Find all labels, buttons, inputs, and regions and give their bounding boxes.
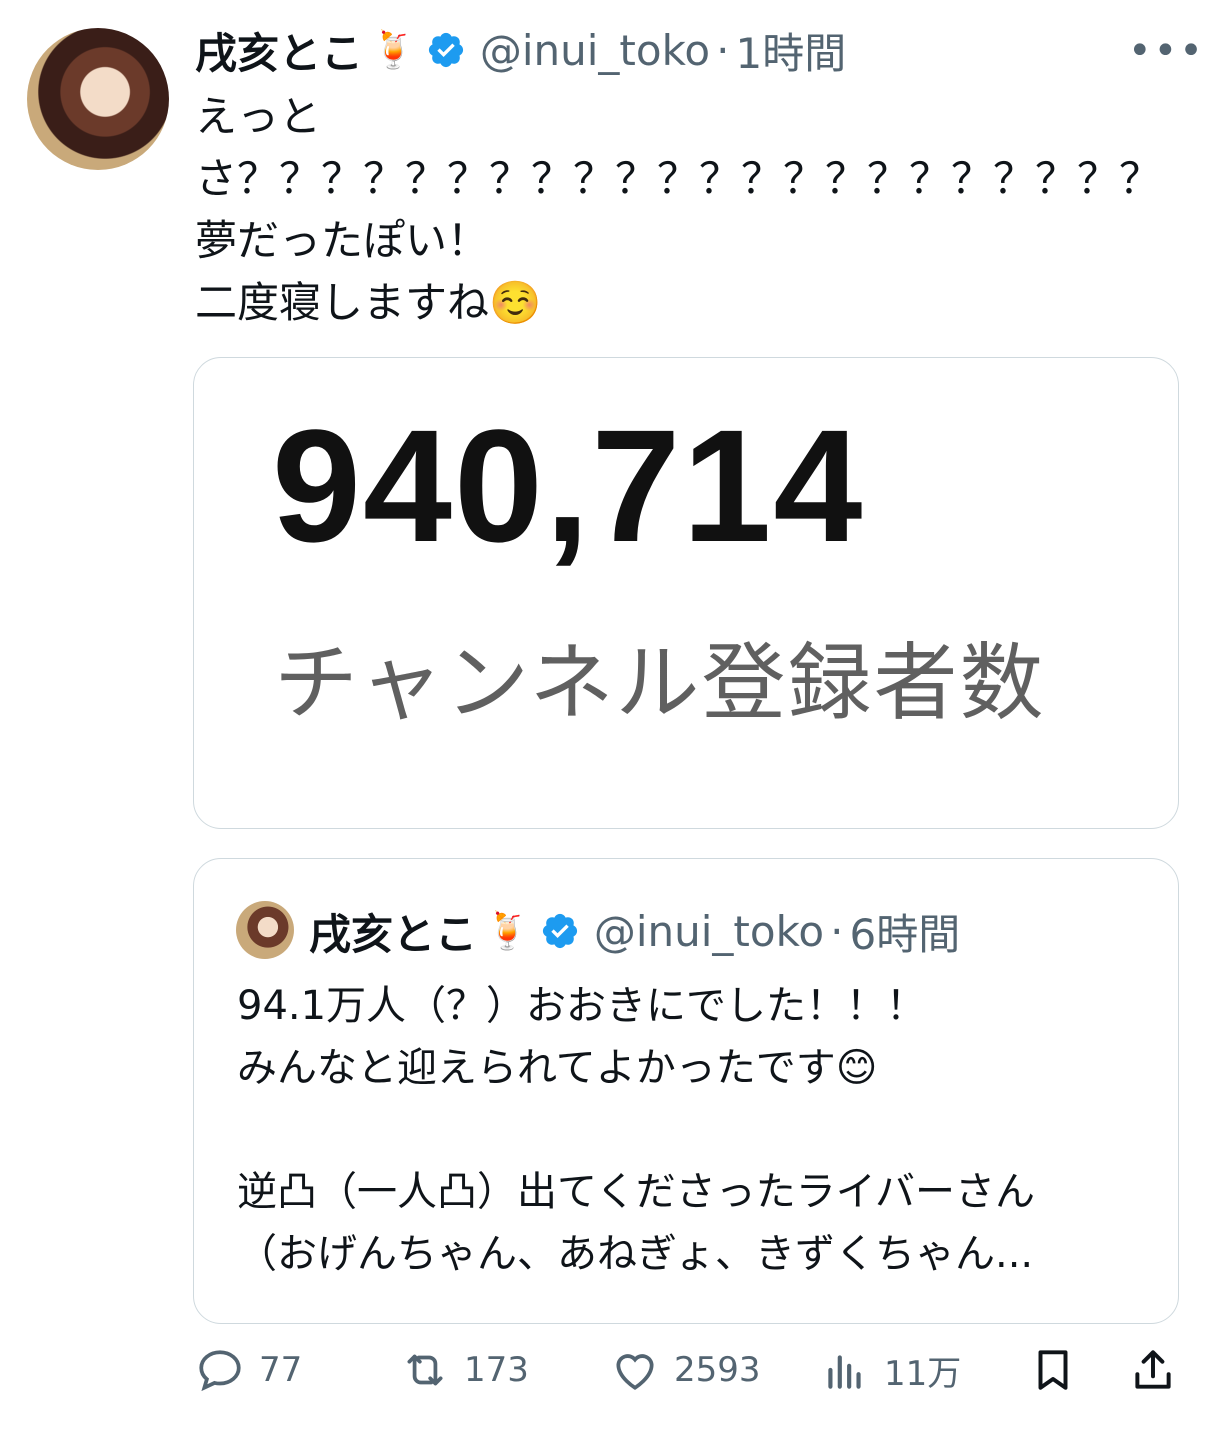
reply-icon [199,1350,241,1392]
bookmark-icon [1038,1350,1068,1390]
quoted-separator-dot: · [830,906,844,956]
tweet-text: えっと さ？？？？？？？？？？？？？？？？？？？？？？ 夢だったぽい！ 二度寝し… [195,92,1162,327]
reply-button[interactable]: 77 [195,1345,302,1395]
retweet-icon [407,1354,443,1386]
quoted-verified-icon [540,911,580,951]
share-icon [1135,1350,1171,1389]
quoted-handle: @inui_toko [593,906,825,956]
action-bar: 77 173 2593 11万 [0,1345,1206,1405]
author-handle[interactable]: @inui_toko [480,26,710,75]
drink-emoji: 🍹 [371,30,416,71]
retweet-button[interactable]: 173 [400,1345,529,1395]
more-icon[interactable]: ••• [1128,28,1205,74]
like-button[interactable]: 2593 [610,1345,761,1395]
tweet-time[interactable]: 1時間 [735,20,846,81]
reply-count: 77 [259,1350,303,1390]
like-count: 2593 [674,1350,761,1390]
separator-dot: · [716,25,730,75]
author-avatar[interactable] [27,28,169,170]
quoted-tweet[interactable]: 戌亥とこ 🍹 @inui_toko · 6時間 94.1万人（？）おおきにでした… [193,858,1179,1324]
quoted-header: 戌亥とこ 🍹 @inui_toko · 6時間 [309,903,960,959]
tweet-header: 戌亥とこ 🍹 @inui_toko · 1時間 [195,22,846,78]
quoted-avatar [236,901,294,959]
like-icon [616,1354,654,1390]
retweet-count: 173 [464,1350,529,1390]
share-button[interactable] [1128,1345,1178,1395]
views-button[interactable]: 11万 [820,1345,961,1395]
views-count: 11万 [884,1353,962,1394]
views-icon [828,1355,861,1389]
quoted-time: 6時間 [849,909,961,959]
tweet-image[interactable]: 940,714 チャンネル登録者数 [193,357,1179,829]
verified-icon [426,30,466,70]
subscriber-count: 940,714 [272,396,865,575]
bookmark-button[interactable] [1028,1345,1078,1395]
quoted-author-name: 戌亥とこ [309,909,478,959]
subscriber-caption: チャンネル登録者数 [274,634,1046,732]
author-name[interactable]: 戌亥とこ [195,20,363,81]
quoted-text: 94.1万人（？）おおきにでした！！！ みんなと迎えられてよかったです😊 逆凸（… [237,983,1035,1277]
quoted-drink-emoji: 🍹 [485,911,530,952]
